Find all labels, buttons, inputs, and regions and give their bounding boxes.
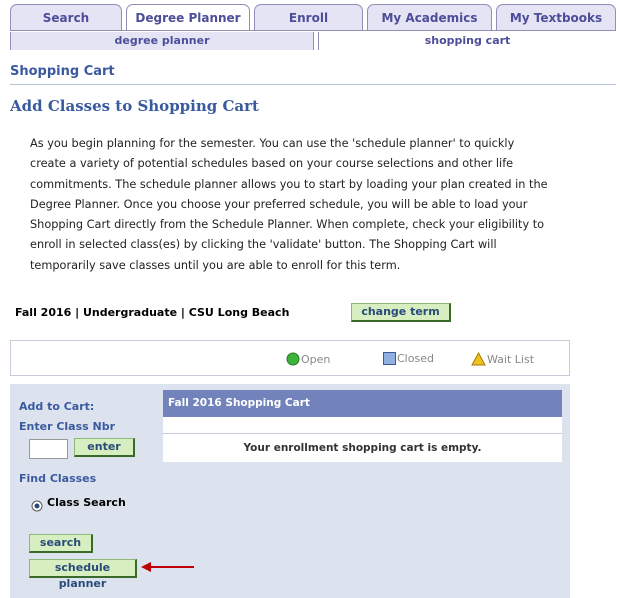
intro-line: commitments. The schedule planner allows… xyxy=(30,177,548,191)
section-divider xyxy=(10,84,616,85)
legend-open-label: Open xyxy=(301,353,331,366)
subnav-degree-planner[interactable]: degree planner xyxy=(10,32,314,50)
change-term-button[interactable]: change term xyxy=(351,303,451,322)
cart-empty-message: Your enrollment shopping cart is empty. xyxy=(243,442,482,454)
intro-text: As you begin planning for the semester. … xyxy=(30,134,590,276)
closed-square-icon xyxy=(383,352,396,365)
intro-line: Shopping Cart directly from the Schedule… xyxy=(30,218,545,232)
cart-header-row xyxy=(163,417,562,434)
intro-line: temporarily save classes until you are a… xyxy=(30,258,401,272)
schedule-planner-button[interactable]: schedule planner xyxy=(29,559,137,590)
intro-line: Degree Planner. Once you choose your pre… xyxy=(30,197,528,211)
intro-line: create a variety of potential schedules … xyxy=(30,157,514,171)
tab-divider xyxy=(10,30,616,31)
legend-waitlist-label: Wait List xyxy=(487,353,535,366)
tab-my-textbooks[interactable]: My Textbooks xyxy=(496,4,616,30)
legend-closed: Closed xyxy=(383,352,434,365)
tab-enroll[interactable]: Enroll xyxy=(254,4,363,30)
enter-class-nbr-label: Enter Class Nbr xyxy=(19,420,116,433)
open-circle-icon xyxy=(286,352,300,366)
waitlist-triangle-icon xyxy=(471,352,486,366)
search-button[interactable]: search xyxy=(29,534,93,553)
cart-header: Fall 2016 Shopping Cart xyxy=(163,390,562,417)
red-arrow-icon xyxy=(141,562,194,572)
tab-search[interactable]: Search xyxy=(10,4,122,30)
intro-line: As you begin planning for the semester. … xyxy=(30,137,515,150)
status-legend: Open Closed Wait List xyxy=(10,340,570,376)
legend-open: Open xyxy=(286,352,330,366)
main-tabs: Search Degree Planner Enroll My Academic… xyxy=(10,4,616,31)
find-classes-label: Find Classes xyxy=(19,472,97,485)
class-nbr-input[interactable] xyxy=(29,439,68,459)
page-title: Add Classes to Shopping Cart xyxy=(10,97,259,115)
subnav-shopping-cart[interactable]: shopping cart xyxy=(318,32,616,50)
shopping-cart-table: Fall 2016 Shopping Cart Your enrollment … xyxy=(163,390,562,462)
class-search-label: Class Search xyxy=(47,496,126,509)
intro-line: enroll in selected class(es) by clicking… xyxy=(30,238,497,252)
section-title: Shopping Cart xyxy=(10,64,115,79)
add-to-cart-label: Add to Cart: xyxy=(19,400,95,413)
enter-button[interactable]: enter xyxy=(74,438,135,457)
legend-closed-label: Closed xyxy=(397,352,434,365)
term-label: Fall 2016 | Undergraduate | CSU Long Bea… xyxy=(15,306,290,319)
tab-degree-planner[interactable]: Degree Planner xyxy=(126,4,250,31)
class-search-radio[interactable] xyxy=(31,500,43,512)
tab-my-academics[interactable]: My Academics xyxy=(367,4,492,30)
legend-waitlist: Wait List xyxy=(471,352,534,366)
